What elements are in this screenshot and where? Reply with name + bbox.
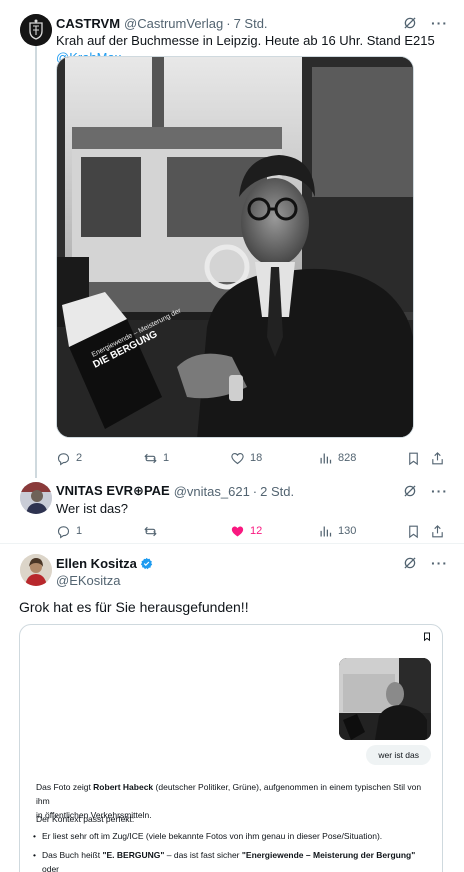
heart-icon [231,452,244,464]
analytics-icon [320,453,332,463]
reply-button[interactable]: 2 [56,449,82,467]
reply-count: 2 [76,452,83,464]
bookmark-icon [409,525,418,538]
more-icon[interactable]: ··· [431,483,448,499]
post-header: Ellen Kositza ··· [56,554,448,572]
user-question-text: wer ist das [378,750,419,760]
reply-icon [57,452,70,465]
avatar[interactable] [20,482,52,514]
grok-icon[interactable] [403,556,417,570]
verified-badge-icon [140,557,153,569]
share-button[interactable] [430,522,445,540]
post-vnitas[interactable]: VNITAS EVR⊕PAE @vnitas_621 · 2 Std. ··· … [0,476,464,542]
author-name[interactable]: Ellen Kositza [56,556,137,571]
like-count: 12 [250,525,263,537]
grok-answer-bullet: Das Buch heißt "E. BERGUNG" – das ist fa… [33,848,432,872]
share-icon [432,524,443,537]
post-actions: 1 12 130 [56,522,448,540]
post-time[interactable]: 2 Std. [260,484,294,499]
repost-button[interactable]: 1 [143,449,169,467]
user-question-bubble: wer ist das [366,745,431,765]
avatar[interactable] [20,14,52,46]
author-handle[interactable]: @vnitas_621 [174,484,250,499]
photo-man-reading-image: Energiewende – Meisterung der DIE BERGUN… [57,57,413,437]
reply-count: 1 [76,525,83,537]
avatar-portrait-icon [20,554,52,586]
grok-icon[interactable] [403,484,417,498]
bookmark-button[interactable] [406,449,421,467]
reply-button[interactable]: 1 [56,522,82,540]
post-photo[interactable]: Energiewende – Meisterung der DIE BERGUN… [56,56,414,438]
thumbnail-photo-image [339,658,431,740]
bookmark-icon[interactable] [422,631,432,642]
user-image-thumbnail[interactable] [339,658,431,740]
heart-filled-icon [231,526,244,536]
repost-button[interactable] [143,522,163,540]
repost-icon [144,526,157,536]
bookmark-button[interactable] [406,522,421,540]
post-header: CASTRVM @CastrumVerlag · 7 Std. ··· [56,15,448,31]
more-icon[interactable]: ··· [431,555,448,571]
author-handle[interactable]: @CastrumVerlag [124,16,223,31]
avatar-portrait-icon [20,482,52,514]
grok-answer-card[interactable]: wer ist das Das Foto zeigt Robert Habeck… [19,624,443,872]
avatar[interactable] [20,554,52,586]
repost-icon [144,453,157,463]
author-handle[interactable]: @EKositza [56,573,121,588]
share-button[interactable] [430,449,445,467]
views-count: 130 [338,525,357,537]
views-button[interactable]: 828 [318,449,356,467]
views-button[interactable]: 130 [318,522,356,540]
crest-icon [20,14,52,46]
post-header: VNITAS EVR⊕PAE @vnitas_621 · 2 Std. ··· [56,483,448,499]
like-button[interactable]: 18 [230,449,262,467]
post-actions: 2 1 18 828 [56,449,448,467]
post-subheader: @EKositza [56,571,448,589]
grok-answer-bullet: Er liest sehr oft im Zug/ICE (viele beka… [33,829,432,843]
more-icon[interactable]: ··· [431,15,448,31]
share-icon [432,451,443,464]
grok-answer-lead: Der Kontext passt perfekt: [36,814,135,824]
like-count: 18 [250,452,263,464]
analytics-icon [320,526,332,536]
post-text: Grok hat es für Sie herausgefunden!! [19,599,249,615]
reply-icon [57,525,70,538]
author-name[interactable]: CASTRVM [56,16,120,31]
bookmark-icon [409,452,418,465]
author-name[interactable]: VNITAS EVR⊕PAE [56,483,170,499]
repost-count: 1 [163,452,170,464]
grok-icon[interactable] [403,16,417,30]
like-button[interactable]: 12 [230,522,262,540]
views-count: 828 [338,452,357,464]
post-castrum[interactable]: CASTRVM @CastrumVerlag · 7 Std. ··· Krah… [0,0,464,476]
post-text: Wer ist das? [56,501,129,516]
post-time[interactable]: 7 Std. [234,16,268,31]
